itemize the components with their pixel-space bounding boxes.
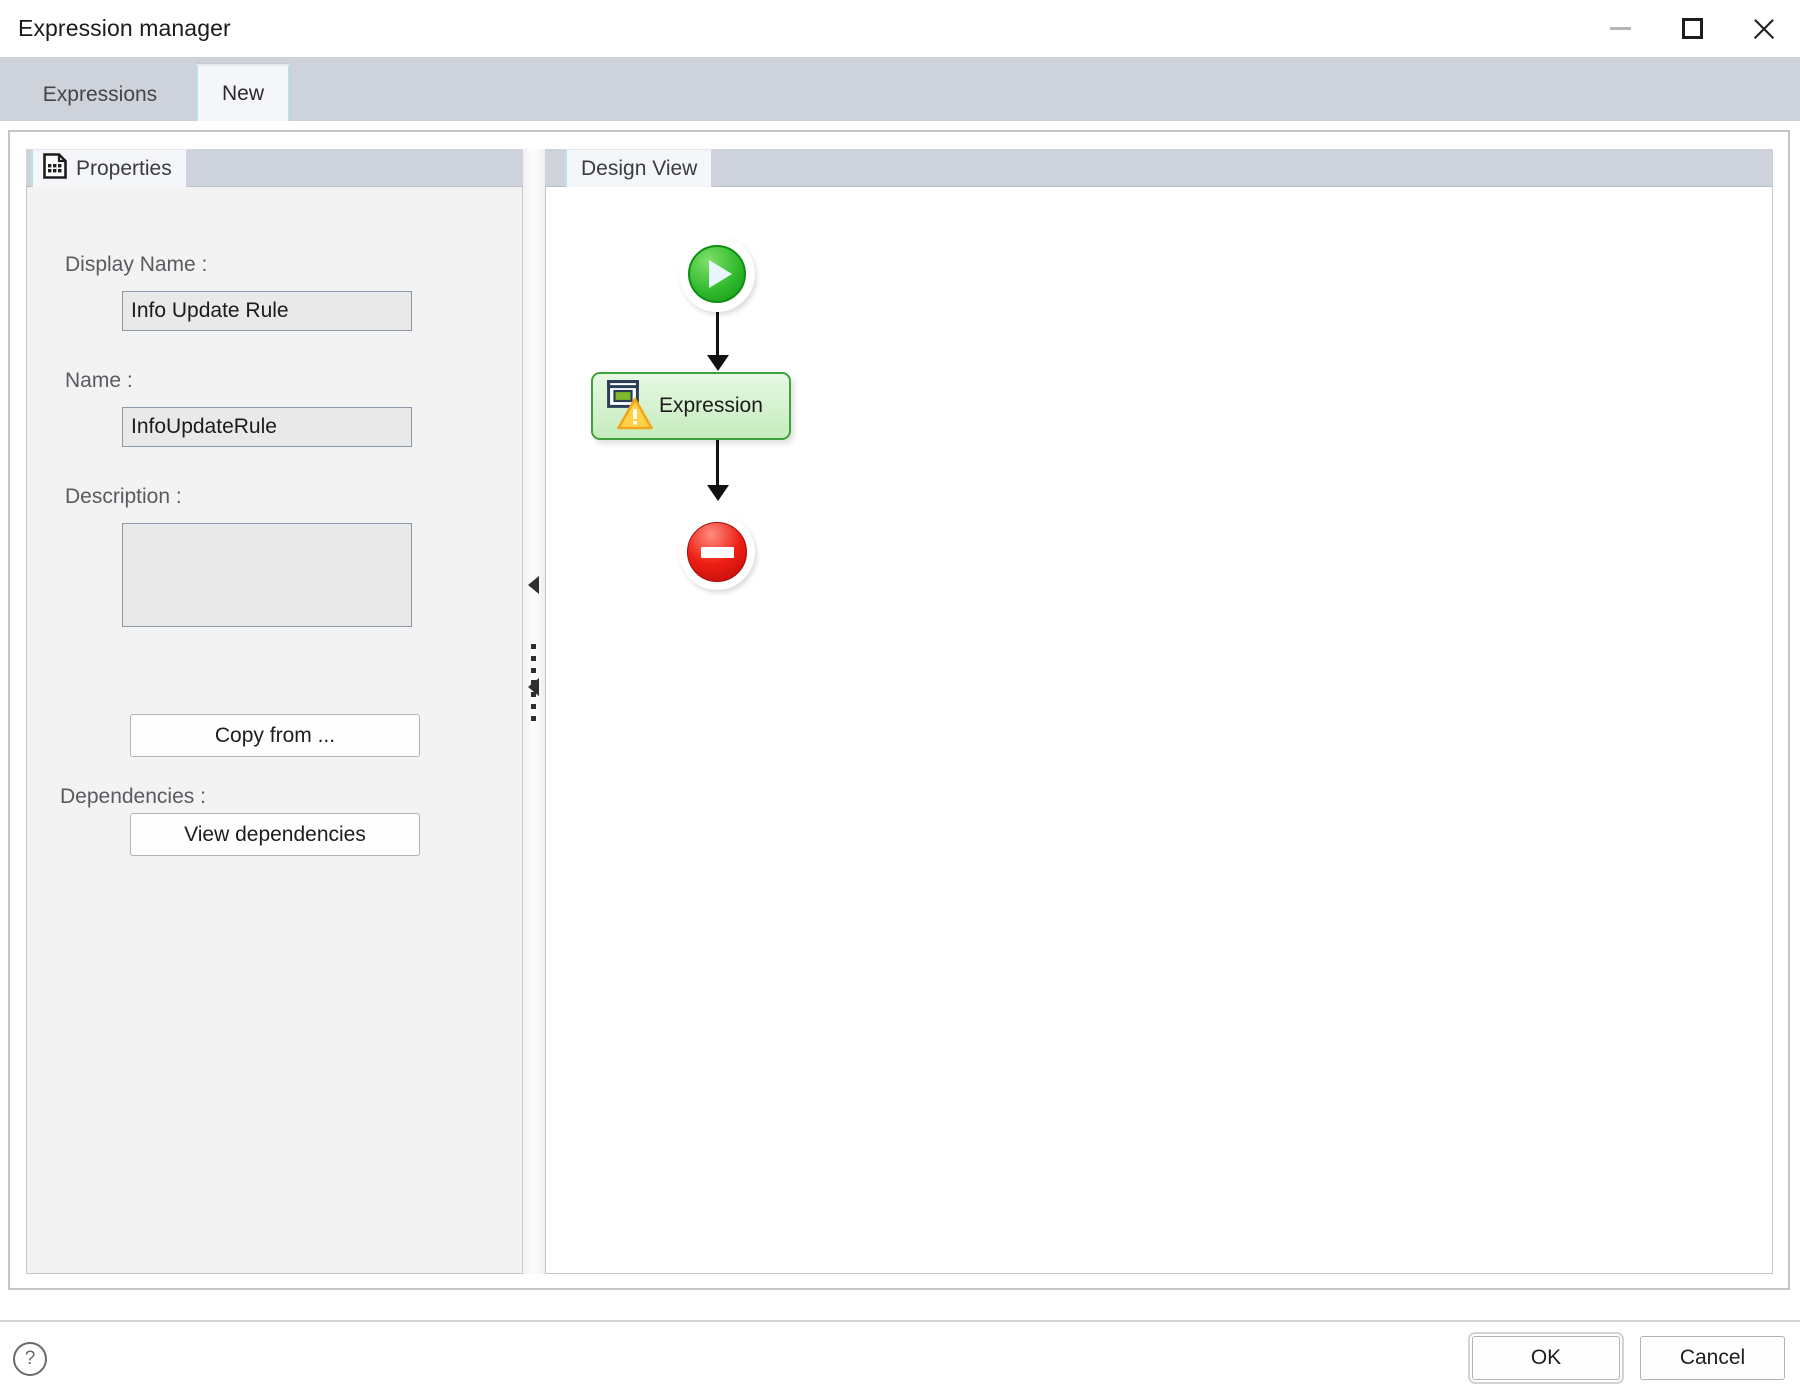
dialog-footer: ? OK Cancel xyxy=(0,1320,1800,1392)
panel-splitter[interactable] xyxy=(523,149,545,1274)
flow-expression-node[interactable]: Expression xyxy=(591,372,791,440)
expression-node-icons xyxy=(601,378,655,434)
connector-arrow-start xyxy=(707,355,729,371)
connector-expression-to-end xyxy=(716,440,719,488)
name-label: Name : xyxy=(65,369,133,392)
close-icon xyxy=(1751,16,1777,42)
tab-new-label: New xyxy=(221,81,264,105)
tab-properties-label: Properties xyxy=(76,156,172,180)
window-title: Expression manager xyxy=(18,15,231,41)
properties-panel: Properties Display Name : Name : Descrip… xyxy=(26,149,523,1274)
title-bar: Expression manager xyxy=(0,0,1800,57)
view-dependencies-button[interactable]: View dependencies xyxy=(130,813,420,856)
properties-panel-body: Display Name : Name : Description : Copy… xyxy=(26,187,523,1274)
ok-button[interactable]: OK xyxy=(1468,1332,1624,1384)
triangle-left-icon-top[interactable] xyxy=(528,576,539,594)
connector-start-to-expression xyxy=(716,312,719,358)
description-label: Description : xyxy=(65,485,182,508)
minimize-icon xyxy=(1609,27,1631,30)
display-name-input[interactable] xyxy=(122,291,412,331)
cancel-button[interactable]: Cancel xyxy=(1640,1336,1785,1380)
window-controls xyxy=(1584,0,1800,57)
panels-frame: Properties Display Name : Name : Descrip… xyxy=(8,130,1790,1290)
stop-minus-icon xyxy=(700,546,734,558)
help-question-icon[interactable]: ? xyxy=(13,1342,47,1376)
tab-expressions-label: Expressions xyxy=(42,83,158,106)
copy-from-button[interactable]: Copy from ... xyxy=(130,714,420,757)
maximize-icon xyxy=(1681,18,1703,39)
design-tab-bar: Design View xyxy=(545,149,1773,187)
connector-arrow-end xyxy=(707,485,729,501)
expression-node-label: Expression xyxy=(659,394,763,417)
help-glyph: ? xyxy=(24,1348,36,1369)
design-panel: Design View Expression xyxy=(545,149,1773,1274)
dependencies-label: Dependencies : xyxy=(60,785,206,808)
start-node-circle xyxy=(688,245,746,303)
description-textarea[interactable] xyxy=(122,523,412,627)
triangle-left-icon-bottom[interactable] xyxy=(528,678,539,696)
flow-end-node[interactable] xyxy=(679,514,755,590)
minimize-button[interactable] xyxy=(1584,1,1656,57)
document-grid-icon xyxy=(43,152,67,185)
tab-new[interactable]: New xyxy=(196,64,290,121)
play-icon xyxy=(708,260,732,288)
content-area: Properties Display Name : Name : Descrip… xyxy=(0,121,1800,1320)
tab-design-view[interactable]: Design View xyxy=(565,149,714,187)
tab-properties[interactable]: Properties xyxy=(31,149,188,187)
name-input[interactable] xyxy=(122,407,412,447)
close-button[interactable] xyxy=(1728,1,1800,57)
main-tab-strip: Expressions New xyxy=(0,57,1800,121)
design-canvas[interactable]: Expression xyxy=(545,187,1773,1274)
tab-design-view-label: Design View xyxy=(581,156,698,180)
display-name-label: Display Name : xyxy=(65,253,208,276)
maximize-button[interactable] xyxy=(1656,1,1728,57)
flow-start-node[interactable] xyxy=(679,236,755,312)
tab-expressions[interactable]: Expressions xyxy=(20,69,180,121)
end-node-circle xyxy=(687,522,747,582)
warning-triangle-icon xyxy=(617,397,653,436)
properties-tab-bar: Properties xyxy=(26,149,523,187)
